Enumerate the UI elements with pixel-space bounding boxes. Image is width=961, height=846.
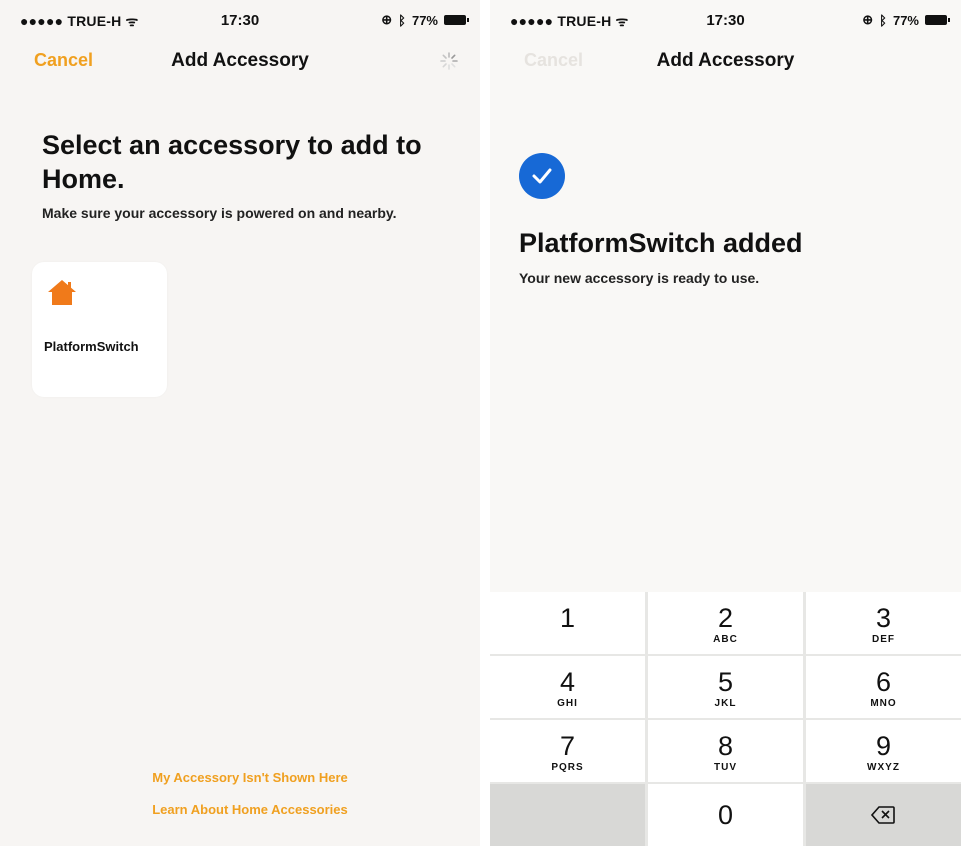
nav-title: Add Accessory (656, 50, 795, 71)
location-icon: ⊕ (381, 12, 393, 27)
battery-percent: 77% (892, 12, 919, 28)
add-accessory-screen: ●●●●● TRUE-H ᯤ 17:30 ⊕ ᛒ 77% Cancel Add … (0, 0, 480, 846)
key-3[interactable]: 3 DEF (806, 592, 961, 654)
key-letters: GHI (557, 698, 578, 709)
learn-about-accessories-link[interactable]: Learn About Home Accessories (20, 802, 480, 817)
key-blank (490, 784, 645, 846)
house-icon (48, 280, 76, 305)
key-6[interactable]: 6 MNO (806, 656, 961, 718)
backspace-icon (871, 806, 895, 824)
key-digit: 1 (559, 603, 576, 633)
key-7[interactable]: 7 PQRS (490, 720, 645, 782)
key-letters: ABC (713, 634, 738, 645)
accessory-tile[interactable]: PlatformSwitch (32, 262, 167, 397)
key-digit: 2 (717, 603, 734, 633)
key-digit: 4 (559, 667, 576, 697)
key-digit: 9 (875, 731, 892, 761)
status-right: ⊕ ᛒ 77% (381, 12, 469, 28)
status-bar: ●●●●● TRUE-H ᯤ 17:30 ⊕ ᛒ 77% (490, 0, 961, 36)
key-digit: 6 (875, 667, 892, 697)
key-digit: 5 (717, 667, 734, 697)
loading-spinner-icon (440, 52, 458, 70)
key-0[interactable]: 0 (648, 784, 803, 846)
key-8[interactable]: 8 TUV (648, 720, 803, 782)
page-subtitle: Make sure your accessory is powered on a… (42, 205, 397, 221)
status-right: ⊕ ᛒ 77% (862, 12, 950, 28)
key-1[interactable]: 1 (490, 592, 645, 654)
accessory-added-screen: ●●●●● TRUE-H ᯤ 17:30 ⊕ ᛒ 77% Cancel Add … (490, 0, 961, 846)
key-2[interactable]: 2 ABC (648, 592, 803, 654)
key-digit: 8 (717, 731, 734, 761)
screen-divider (480, 0, 490, 846)
key-letters: MNO (870, 698, 897, 709)
key-letters: TUV (714, 762, 737, 773)
numeric-keypad: 1 2 ABC 3 DEF 4 GHI 5 JKL 6 MNO 7 PQRS 8 TUV 9W… (490, 592, 961, 846)
success-title: PlatformSwitch added (519, 228, 803, 258)
navigation-bar: Cancel Add Accessory (0, 40, 480, 82)
battery-percent: 77% (411, 12, 438, 28)
key-letters: WXYZ (867, 762, 900, 773)
key-digit: 0 (717, 800, 734, 830)
navigation-bar: Cancel Add Accessory (490, 40, 961, 82)
key-4[interactable]: 4 GHI (490, 656, 645, 718)
success-subtitle: Your new accessory is ready to use. (519, 270, 760, 286)
page-title: Select an accessory to add to Home. (42, 130, 422, 194)
nav-title: Add Accessory (171, 50, 309, 71)
location-icon: ⊕ (862, 12, 874, 27)
delete-key[interactable] (806, 784, 961, 846)
battery-icon (444, 15, 469, 25)
key-letters: JKL (714, 698, 737, 709)
status-bar: ●●●●● TRUE-H ᯤ 17:30 ⊕ ᛒ 77% (0, 0, 480, 36)
battery-icon (925, 15, 950, 25)
key-digit: 3 (875, 603, 892, 633)
key-digit: 7 (559, 731, 576, 761)
bluetooth-icon: ᛒ (398, 12, 406, 28)
key-letters: DEF (872, 634, 895, 645)
key-9[interactable]: 9 WXYZ (806, 720, 961, 782)
checkmark-icon (519, 153, 565, 199)
key-letters: PQRS (551, 762, 584, 773)
bluetooth-icon: ᛒ (879, 12, 887, 28)
accessory-name: PlatformSwitch (44, 339, 139, 354)
key-5[interactable]: 5 JKL (648, 656, 803, 718)
accessory-not-shown-link[interactable]: My Accessory Isn't Shown Here (20, 770, 480, 785)
